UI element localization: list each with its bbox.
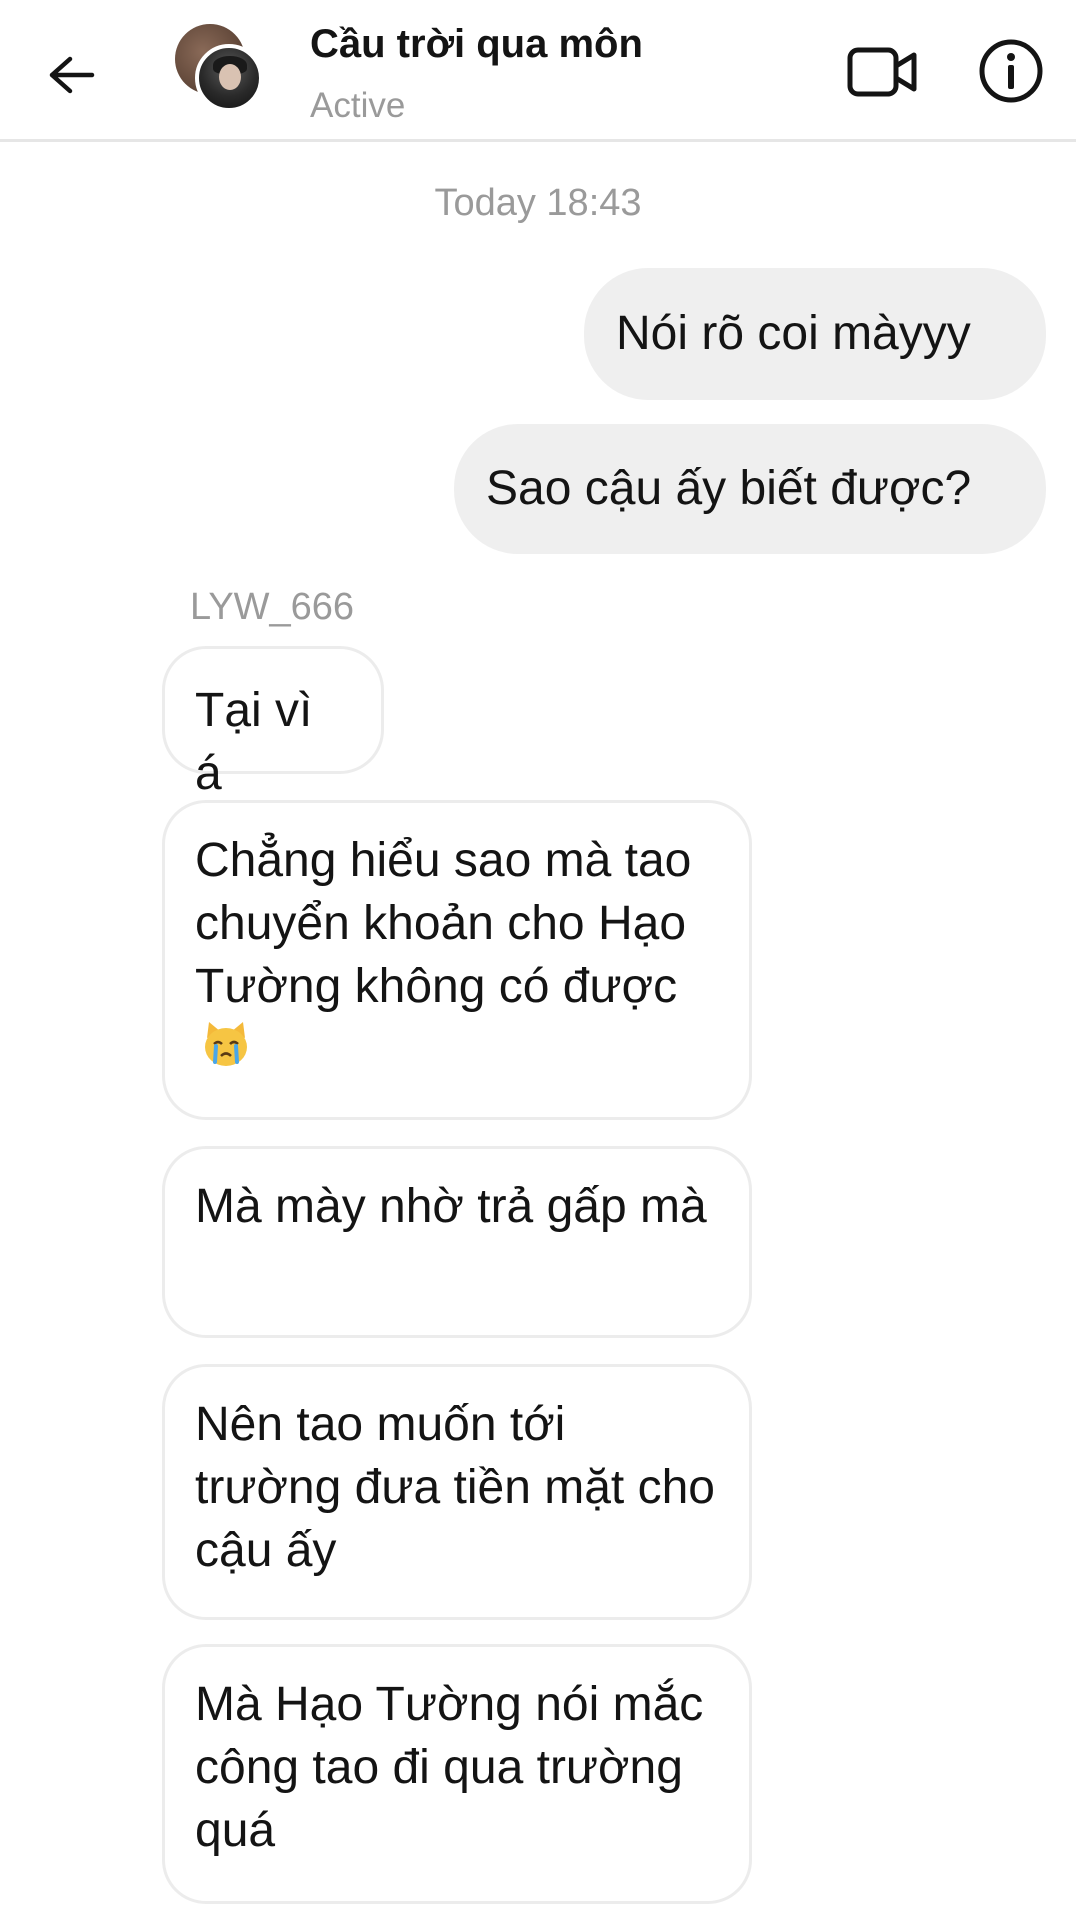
back-button[interactable] <box>36 40 106 110</box>
contact-status: Active <box>310 86 406 125</box>
sender-name: LYW_666 <box>190 586 355 628</box>
incoming-message[interactable]: Mà mày nhờ trả gấp mà <box>162 1146 752 1338</box>
contact-name[interactable]: Cầu trời qua môn <box>310 22 643 67</box>
incoming-message[interactable]: Tại vì á <box>162 646 384 800</box>
message-text: Tại vì á <box>195 684 313 800</box>
incoming-message[interactable]: Mà Hạo Tường nói mắc công tao đi qua trư… <box>162 1644 752 1904</box>
message-timestamp: Today 18:43 <box>434 182 642 224</box>
incoming-message[interactable]: Nên tao muốn tới trường đưa tiền mặt cho… <box>162 1364 752 1620</box>
chat-header: Cầu trời qua môn Active <box>0 0 1076 142</box>
contact-avatar[interactable] <box>175 24 263 112</box>
video-camera-icon <box>847 47 917 97</box>
video-call-button[interactable] <box>846 42 922 102</box>
incoming-message[interactable]: Chẳng hiểu sao mà tao chuyển khoản cho H… <box>162 800 752 1120</box>
outgoing-message[interactable]: Sao cậu ấy biết được? <box>454 424 1046 554</box>
info-icon <box>979 39 1043 103</box>
outgoing-message[interactable]: Nói rõ coi màyyy <box>584 268 1046 400</box>
message-text: Chẳng hiểu sao mà tao chuyển khoản cho H… <box>195 834 692 1013</box>
avatar-foreground-photo <box>195 44 263 112</box>
crying-cat-emoji <box>201 1020 251 1084</box>
info-button[interactable] <box>976 36 1046 106</box>
back-arrow-icon <box>49 56 95 94</box>
